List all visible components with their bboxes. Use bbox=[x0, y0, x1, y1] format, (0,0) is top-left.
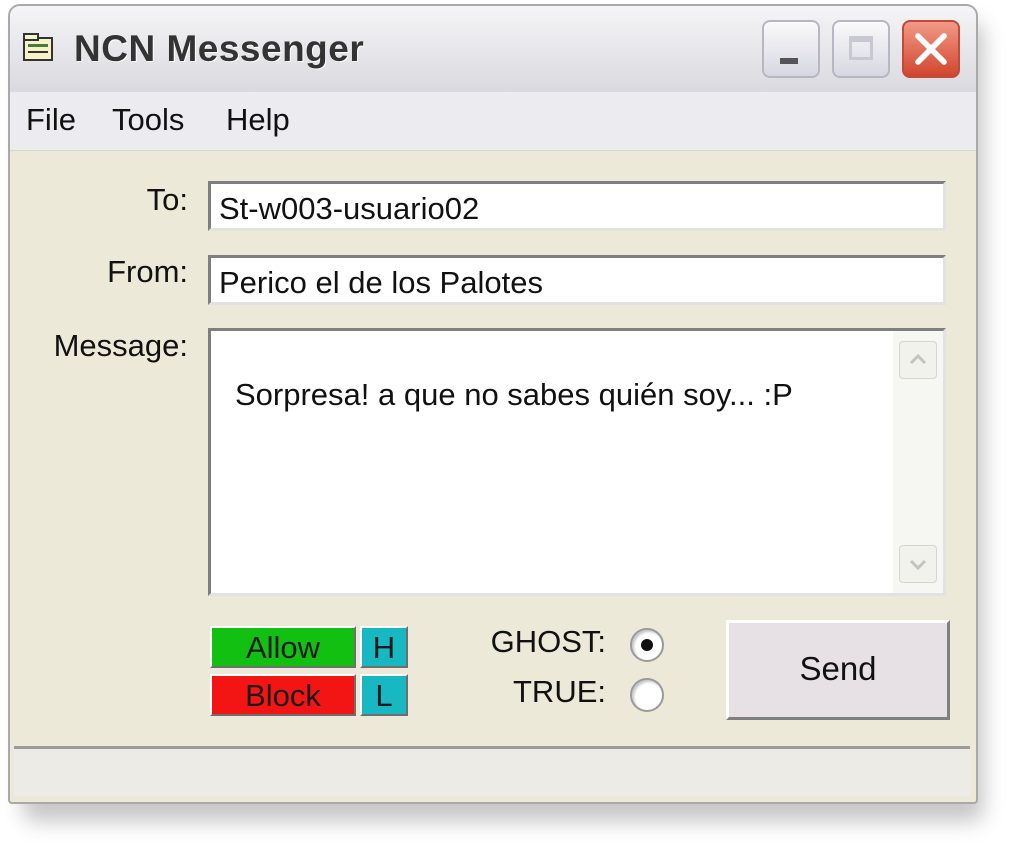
message-textarea[interactable]: Sorpresa! a que no sabes quién soy... :P bbox=[208, 328, 946, 596]
ghost-radio[interactable] bbox=[630, 628, 664, 662]
radio-selected-dot bbox=[641, 639, 653, 651]
message-label: Message: bbox=[53, 328, 188, 363]
minimize-icon bbox=[780, 58, 798, 64]
title-bar[interactable]: NCN Messenger bbox=[10, 6, 976, 93]
folder-window-icon bbox=[23, 33, 53, 61]
h-button[interactable]: H bbox=[360, 626, 408, 668]
to-field[interactable]: St-w003-usuario02 bbox=[208, 181, 946, 231]
status-bar bbox=[14, 746, 970, 796]
menu-file[interactable]: File bbox=[26, 102, 76, 138]
l-button[interactable]: L bbox=[360, 674, 408, 716]
scroll-down-button[interactable] bbox=[899, 545, 937, 583]
maximize-icon bbox=[849, 36, 873, 60]
to-label: To: bbox=[146, 182, 188, 217]
chevron-down-icon bbox=[909, 559, 927, 571]
close-button[interactable] bbox=[902, 20, 960, 78]
close-icon bbox=[915, 33, 947, 65]
send-button[interactable]: Send bbox=[726, 620, 950, 720]
messenger-window: NCN Messenger File Tools Help To: St-w00… bbox=[8, 4, 978, 804]
true-radio[interactable] bbox=[630, 678, 664, 712]
menu-help[interactable]: Help bbox=[226, 102, 290, 138]
from-label: From: bbox=[107, 254, 188, 289]
menu-tools[interactable]: Tools bbox=[112, 102, 184, 138]
maximize-button[interactable] bbox=[832, 20, 890, 78]
menu-bar: File Tools Help bbox=[10, 92, 976, 151]
ghost-label: GHOST: bbox=[490, 624, 606, 659]
scroll-up-button[interactable] bbox=[899, 341, 937, 379]
window-title: NCN Messenger bbox=[74, 28, 365, 69]
chevron-up-icon bbox=[909, 353, 927, 365]
true-label: TRUE: bbox=[513, 674, 606, 709]
message-scrollbar[interactable] bbox=[893, 331, 943, 593]
minimize-button[interactable] bbox=[762, 20, 820, 78]
message-text: Sorpresa! a que no sabes quién soy... :P bbox=[235, 377, 793, 412]
from-field[interactable]: Perico el de los Palotes bbox=[208, 255, 946, 305]
allow-button[interactable]: Allow bbox=[210, 626, 356, 668]
block-button[interactable]: Block bbox=[210, 674, 356, 716]
